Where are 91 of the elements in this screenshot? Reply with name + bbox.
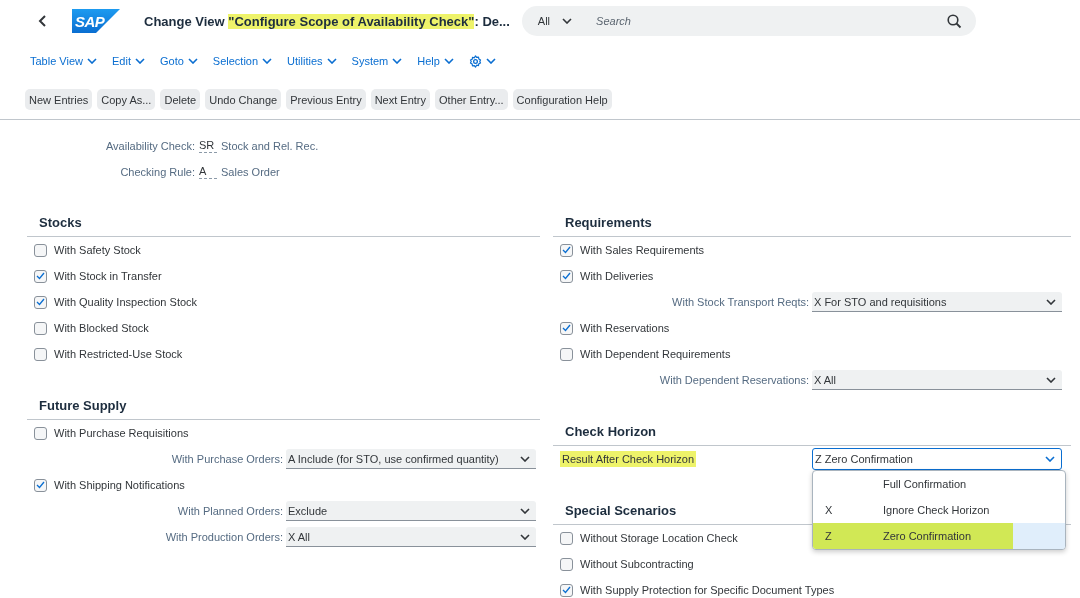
dropdown-field[interactable]: Z Zero Confirmation (812, 448, 1062, 470)
chevron-down-icon (134, 58, 145, 64)
checkbox-label: Without Storage Location Check (580, 532, 738, 544)
chevron-down-icon (443, 58, 454, 64)
toolbar-button[interactable]: Delete (160, 89, 201, 110)
checkbox[interactable] (560, 347, 573, 361)
checkbox-label: With Safety Stock (54, 244, 141, 256)
field-label: With Production Orders: (164, 531, 284, 543)
toolbar-button[interactable]: Other Entry... (435, 89, 508, 110)
checkbox[interactable] (34, 426, 47, 440)
dropdown-option[interactable]: X Ignore Check Horizon (813, 497, 1065, 523)
section-title: Check Horizon (553, 417, 1071, 446)
checkbox-label: With Quality Inspection Stock (54, 296, 198, 308)
checkbox[interactable] (34, 269, 47, 283)
field-description: Sales Order (221, 166, 280, 178)
chevron-down-icon (485, 58, 496, 64)
toolbar-button[interactable]: Next Entry (370, 89, 430, 110)
checkbox[interactable] (560, 583, 573, 597)
search-field[interactable]: All Search (521, 6, 976, 36)
menu-item[interactable]: Goto (159, 55, 198, 67)
checkbox-label: Without Subcontracting (580, 558, 694, 570)
chevron-down-icon (562, 18, 573, 24)
menu-item[interactable]: Utilities (287, 55, 337, 67)
dropdown-field[interactable]: X All (286, 527, 536, 547)
chevron-down-icon (87, 58, 97, 64)
chevron-down-icon (392, 58, 403, 64)
toolbar-button[interactable]: Previous Entry (286, 89, 366, 110)
logo[interactable]: SAP (72, 9, 120, 33)
chevron-down-icon (262, 58, 273, 64)
checkbox-label: With Dependent Requirements (580, 348, 731, 360)
chevron-down-icon (187, 58, 198, 64)
checkbox-label: With Shipping Notifications (54, 479, 185, 491)
field-label: Checking Rule: (119, 166, 195, 178)
settings-icon (468, 54, 482, 68)
dropdown-field[interactable]: Exclude (286, 501, 536, 521)
checkbox[interactable] (560, 531, 573, 545)
section-title: Future Supply (27, 391, 540, 420)
checkbox[interactable] (34, 243, 47, 257)
toolbar-button[interactable]: New Entries (25, 89, 93, 110)
dropdown-field[interactable]: A Include (for STO, use confirmed quantity) (286, 449, 536, 469)
chevron-down-icon (520, 507, 530, 514)
field-label: With Planned Orders: (176, 505, 284, 517)
search-icon[interactable] (946, 13, 962, 29)
field-label: With Stock Transport Reqts: (671, 296, 810, 308)
field-label: With Purchase Orders: (170, 453, 284, 465)
toolbar-button[interactable]: Copy As... (97, 89, 156, 110)
chevron-down-icon (520, 533, 530, 540)
checkbox-label: With Reservations (580, 322, 670, 334)
menu-item[interactable]: Selection (212, 55, 273, 67)
dropdown-option[interactable]: Full Confirmation (813, 471, 1065, 497)
dropdown-field[interactable]: X All (812, 370, 1062, 390)
checkbox[interactable] (34, 321, 47, 335)
section-title: Stocks (27, 208, 540, 237)
field-label: With Dependent Reservations: (658, 374, 810, 386)
checkbox[interactable] (34, 478, 47, 492)
back-icon[interactable] (38, 15, 48, 27)
dropdown-option[interactable]: Z Zero Confirmation (813, 523, 1065, 549)
chevron-down-icon (520, 455, 530, 462)
checkbox[interactable] (560, 557, 573, 571)
checkbox-label: With Deliveries (580, 270, 654, 282)
field-value: SR (199, 139, 217, 153)
settings-menu[interactable] (468, 54, 496, 68)
chevron-down-icon (326, 58, 337, 64)
checkbox[interactable] (34, 347, 47, 361)
checkbox-label: With Restricted-Use Stock (54, 348, 183, 360)
window-title: Change View "Configure Scope of Availability Check": De... (144, 13, 510, 29)
checkbox-label: With Purchase Requisitions (54, 427, 189, 439)
menu-item[interactable]: System (351, 55, 403, 67)
checkbox[interactable] (560, 321, 573, 335)
toolbar-button[interactable]: Undo Change (205, 89, 282, 110)
menu-item[interactable]: Table View (30, 55, 97, 67)
chevron-down-icon (1045, 456, 1055, 462)
checkbox[interactable] (34, 295, 47, 309)
checkbox-label: With Supply Protection for Specific Document Types (580, 584, 835, 596)
field-label: Availability Check: (104, 140, 195, 152)
field-label: Result After Check Horizon (560, 451, 697, 467)
menu-item[interactable]: Edit (112, 55, 145, 67)
chevron-down-icon (1046, 298, 1056, 305)
toolbar-button[interactable]: Configuration Help (512, 89, 612, 110)
chevron-down-icon (1046, 376, 1056, 383)
section-title: Requirements (553, 208, 1071, 237)
checkbox-label: With Sales Requirements (580, 244, 705, 256)
scope-dropdown[interactable]: All (535, 15, 575, 27)
field-value: A (199, 165, 217, 179)
checkbox[interactable] (560, 243, 573, 257)
checkbox-label: With Stock in Transfer (54, 270, 162, 282)
checkbox-label: With Blocked Stock (54, 322, 149, 334)
checkbox[interactable] (560, 269, 573, 283)
menu-item[interactable]: Help (417, 55, 454, 67)
dropdown-field[interactable]: X For STO and requisitions (812, 292, 1062, 312)
field-description: Stock and Rel. Rec. (221, 140, 319, 152)
